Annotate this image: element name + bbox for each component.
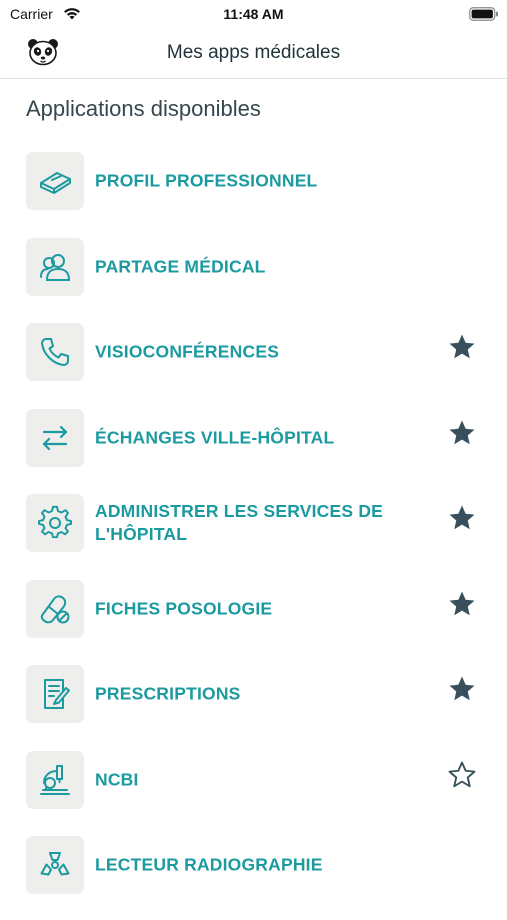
- app-icon-tile: [26, 665, 84, 723]
- app-label: FICHES POSOLOGIE: [95, 598, 273, 618]
- app-icon-tile: [26, 152, 84, 210]
- favorite-star-outline-icon[interactable]: [447, 760, 477, 790]
- app-row-administrer-services[interactable]: ADMINISTRER LES SERVICES DE L'HÔPITAL: [0, 492, 507, 578]
- app-row-echanges-ville-hopital[interactable]: ÉCHANGES VILLE-HÔPITAL: [0, 407, 507, 493]
- app-row-visioconferences[interactable]: VISIOCONFÉRENCES: [0, 321, 507, 407]
- app-icon-tile: [26, 579, 84, 638]
- app-label: LECTEUR RADIOGRAPHIE: [95, 854, 323, 875]
- app-row-fiches-posologie[interactable]: FICHES POSOLOGIE: [0, 578, 507, 664]
- app-label: VISIOCONFÉRENCES: [95, 341, 280, 362]
- section-title: Applications disponibles: [26, 96, 261, 121]
- favorite-star-icon[interactable]: [447, 674, 477, 704]
- favorite-star-icon[interactable]: [447, 589, 477, 619]
- app-row-lecteur-radiographie[interactable]: LECTEUR RADIOGRAPHIE: [0, 834, 507, 920]
- app-label: ÉCHANGES VILLE-HÔPITAL: [95, 427, 335, 447]
- page-title: Mes apps médicales: [166, 42, 341, 63]
- app-icon-tile: [26, 237, 84, 296]
- app-icon-tile: [26, 494, 84, 552]
- app-list: PROFIL PROFESSIONNEL PARTAGE MÉDICAL VIS…: [0, 150, 507, 920]
- app-row-partage-medical[interactable]: PARTAGE MÉDICAL: [0, 236, 507, 322]
- prescription-icon: [44, 679, 70, 709]
- favorite-star-icon[interactable]: [447, 418, 477, 448]
- battery-icon: [469, 7, 498, 21]
- favorite-star-icon[interactable]: [447, 503, 477, 533]
- app-icon-tile: [26, 408, 84, 467]
- phone-icon: [41, 338, 69, 366]
- pill-icon: [40, 594, 70, 623]
- app-row-ncbi[interactable]: NCBI: [0, 749, 507, 835]
- app-icon-tile: [26, 323, 84, 381]
- navigation-bar: Mes apps médicales: [0, 28, 507, 79]
- users-icon: [40, 253, 71, 281]
- id-card-icon: [40, 172, 71, 194]
- radiation-icon: [40, 852, 70, 876]
- app-row-profil-professionnel[interactable]: PROFIL PROFESSIONNEL: [0, 150, 507, 236]
- app-icon-tile: [26, 750, 84, 809]
- microscope-icon: [40, 764, 70, 795]
- exchange-arrows-icon: [42, 425, 68, 450]
- status-bar: Carrier 11:48 AM: [0, 0, 507, 28]
- app-row-prescriptions[interactable]: PRESCRIPTIONS: [0, 663, 507, 749]
- favorite-star-icon[interactable]: [447, 332, 477, 362]
- clock: 11:48 AM: [223, 6, 284, 22]
- app-label: ADMINISTRER LES SERVICES DE L'HÔPITAL: [95, 501, 384, 544]
- app-label: NCBI: [95, 769, 139, 789]
- gear-icon: [38, 505, 72, 539]
- app-label: PRESCRIPTIONS: [95, 683, 241, 704]
- app-label: PROFIL PROFESSIONNEL: [95, 170, 318, 191]
- app-icon-tile: [26, 836, 84, 894]
- app-label: PARTAGE MÉDICAL: [95, 256, 266, 276]
